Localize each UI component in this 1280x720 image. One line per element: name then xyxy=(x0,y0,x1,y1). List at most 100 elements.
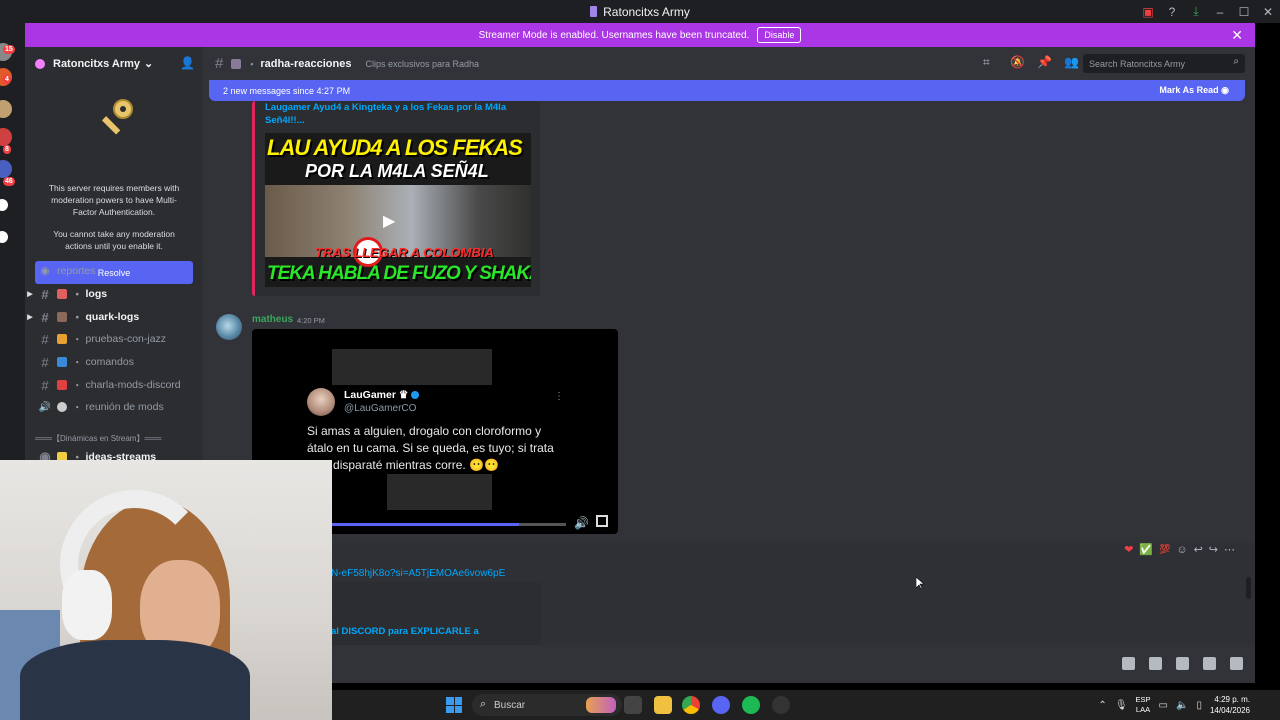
windows-start-icon[interactable] xyxy=(446,697,462,713)
emoji-icon[interactable] xyxy=(1203,657,1216,670)
tweet-avatar xyxy=(307,388,335,416)
forward-icon[interactable]: ↪ xyxy=(1209,543,1218,556)
hundred-reaction-icon[interactable]: 💯 xyxy=(1159,544,1170,555)
disable-button[interactable]: Disable xyxy=(757,27,802,43)
hash-icon: # xyxy=(41,354,49,370)
taskbar-search[interactable]: ⌕ Buscar xyxy=(472,694,622,716)
titlebar-controls: ▣ ? ⤓ – ☐ ✕ xyxy=(1136,0,1280,23)
volume-icon[interactable]: 🔊 xyxy=(574,516,589,530)
maximize-icon[interactable]: ☐ xyxy=(1232,0,1256,23)
message-author[interactable]: matheus xyxy=(252,314,293,325)
stream-icon[interactable]: ▣ xyxy=(1136,0,1160,23)
mic-icon[interactable]: 🎙 xyxy=(1115,700,1128,711)
minimize-icon[interactable]: – xyxy=(1208,0,1232,23)
window-title-text: Ratoncitxs Army xyxy=(603,4,690,19)
channel-quark-logs[interactable]: ▶ # ・ quark-logs xyxy=(25,307,203,327)
streamer-mode-banner: Streamer Mode is enabled. Usernames have… xyxy=(25,23,1255,47)
webcam-earcup xyxy=(62,570,112,640)
mark-as-read-button[interactable]: Mark As Read ◉ xyxy=(1159,85,1229,96)
server-header[interactable]: Ratoncitxs Army ⌄ 👤 xyxy=(25,47,203,80)
help-icon[interactable]: ? xyxy=(1160,0,1184,23)
add-server-icon[interactable] xyxy=(0,199,8,211)
composer-area xyxy=(203,645,1255,683)
channel-topic[interactable]: Clips exclusivos para Radha xyxy=(365,59,479,69)
pin-icon[interactable]: 📌 xyxy=(1037,56,1052,69)
quark-emoji-icon xyxy=(57,312,67,322)
search-highlight-icon xyxy=(586,697,616,713)
server-badge: 15 xyxy=(3,45,15,54)
close-icon[interactable]: ✕ xyxy=(1231,27,1243,44)
check-reaction-icon[interactable]: ✅ xyxy=(1139,543,1153,556)
envelope-emoji-icon xyxy=(57,334,67,344)
video-progress-bar[interactable] xyxy=(332,523,566,526)
search-input[interactable]: Search Ratoncitxs Army ⌕ xyxy=(1083,54,1245,73)
gif-icon[interactable] xyxy=(1149,657,1162,670)
channel-emoji-icon xyxy=(231,58,242,69)
gift-icon[interactable] xyxy=(1122,657,1135,670)
language-indicator[interactable]: ESP LAA xyxy=(1136,695,1151,715)
embed-title-2[interactable]: al DISCORD para EXPLICARLE a xyxy=(331,626,479,637)
taskbar-search-label: Buscar xyxy=(494,699,526,711)
file-explorer-icon[interactable] xyxy=(654,696,672,714)
heart-reaction-icon[interactable]: ❤ xyxy=(1124,543,1133,556)
mouse-cursor-icon xyxy=(916,577,924,589)
mark-read-icon: ◉ xyxy=(1221,85,1229,95)
thumbnail-text-1: LAU AYUD4 A LOS FEKAS xyxy=(267,135,523,160)
discover-icon[interactable] xyxy=(0,231,8,243)
mute-bell-icon[interactable]: 🔕 xyxy=(1010,56,1025,69)
obs-icon[interactable] xyxy=(772,696,790,714)
members-icon[interactable]: 👥 xyxy=(1064,56,1079,69)
more-options-icon[interactable]: ⋯ xyxy=(1224,543,1235,556)
channel-reportes[interactable]: ◉ reportes xyxy=(25,261,203,281)
battery-icon[interactable]: ▯ xyxy=(1196,700,1202,711)
category-dinamicas[interactable]: ═══【Dinámicas en Stream】═══ xyxy=(35,433,161,444)
discord-icon[interactable] xyxy=(712,696,730,714)
channel-reunion-de-mods[interactable]: 🔊 ・ reunión de mods xyxy=(25,397,203,417)
youtube-embed: Laugamer Ayud4 a Kingteka y a los Fekas … xyxy=(252,101,540,296)
channel-logs[interactable]: ▶ # ・ logs xyxy=(25,284,203,304)
boost-icon xyxy=(35,58,45,69)
volume-icon[interactable]: 🔈 xyxy=(1176,700,1188,711)
search-placeholder: Search Ratoncitxs Army xyxy=(1089,58,1186,69)
play-icon[interactable]: ▶ xyxy=(383,211,395,231)
scrollbar[interactable] xyxy=(1246,577,1251,599)
thumbnail-text-2: POR LA M4LA SEÑ4L xyxy=(305,161,489,181)
clock[interactable]: 4:29 p. m. 14/04/2026 xyxy=(1210,694,1250,716)
network-icon[interactable]: ▭ xyxy=(1159,700,1168,711)
apps-icon[interactable] xyxy=(1230,657,1243,670)
reply-icon[interactable]: ↩ xyxy=(1194,543,1203,556)
header-tools: ⌗ 🔕 📌 👥 xyxy=(983,56,1079,69)
task-view-icon[interactable] xyxy=(624,696,642,714)
avatar[interactable] xyxy=(216,314,242,340)
thumbnail-text-3: TRAS LLEGAR A COLOMBIA xyxy=(315,245,494,260)
channel-comandos[interactable]: # ・ comandos xyxy=(25,352,203,372)
speaker-icon: 🔊 xyxy=(38,401,52,413)
embed-title[interactable]: Laugamer Ayud4 a Kingteka y a los Fekas … xyxy=(265,101,535,127)
server-icon[interactable] xyxy=(0,128,12,146)
title-bar: Ratoncitxs Army ▣ ? ⤓ – ☐ ✕ xyxy=(0,0,1280,23)
mfa-notice: This server requires members with modera… xyxy=(25,80,203,284)
threads-icon[interactable]: ⌗ xyxy=(983,56,996,69)
spotify-icon[interactable] xyxy=(742,696,760,714)
video-progress-fill xyxy=(332,523,520,526)
message-link[interactable]: N-eF58hjK8o?si=A5TjEMOAe6vow6pE xyxy=(331,568,505,579)
close-icon[interactable]: ✕ xyxy=(1256,0,1280,23)
channel-label: pruebas-con-jazz xyxy=(85,333,167,345)
fullscreen-icon[interactable] xyxy=(596,515,608,527)
video-glitch-top xyxy=(332,349,492,385)
chevron-up-icon[interactable]: ⌃ xyxy=(1098,700,1106,711)
add-reaction-icon[interactable]: ☺ xyxy=(1176,544,1187,556)
discord-logo-icon xyxy=(590,6,598,17)
channel-pruebas-con-jazz[interactable]: # ・ pruebas-con-jazz xyxy=(25,329,203,349)
chrome-icon[interactable] xyxy=(682,696,700,714)
video-thumbnail[interactable]: LAU AYUD4 A LOS FEKAS POR LA M4LA SEÑ4L … xyxy=(265,133,531,287)
server-icon[interactable] xyxy=(0,160,12,178)
system-tray: ⌃ 🎙 ESP LAA ▭ 🔈 ▯ 4:29 p. m. 14/04/2026 xyxy=(1098,690,1280,720)
server-icon[interactable] xyxy=(0,100,12,118)
sticker-icon[interactable] xyxy=(1176,657,1189,670)
download-icon[interactable]: ⤓ xyxy=(1184,0,1208,23)
thumbnail-text-4: TEKA HABLA DE FUZO Y SHAKA xyxy=(267,263,531,284)
new-messages-bar[interactable]: 2 new messages since 4:27 PM Mark As Rea… xyxy=(209,80,1245,101)
channel-charla-mods-discord[interactable]: # ・ charla-mods-discord xyxy=(25,375,203,395)
invite-icon[interactable]: 👤 xyxy=(180,56,195,70)
